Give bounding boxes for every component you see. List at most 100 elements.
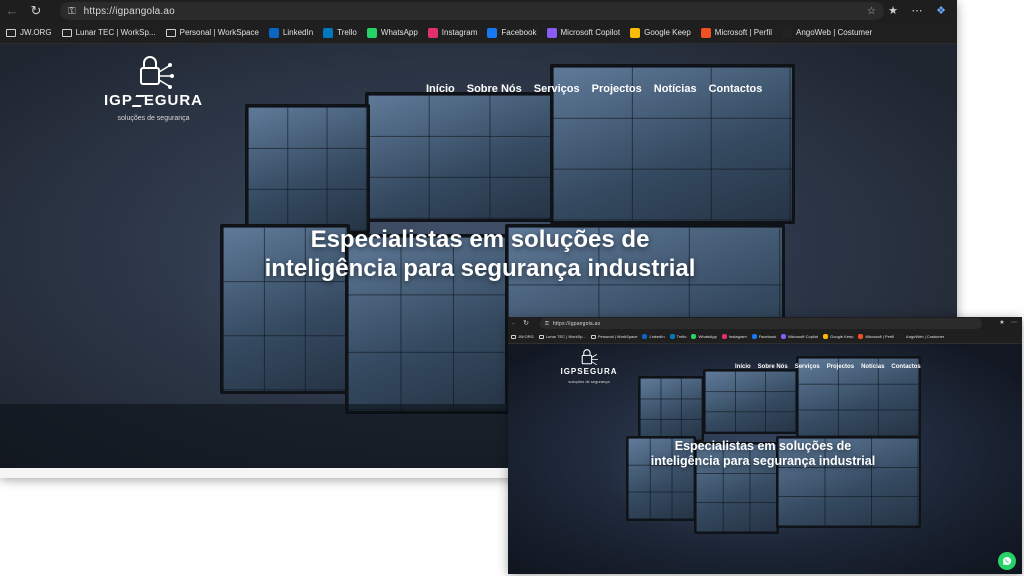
bookmark-item[interactable]: Microsoft Copilot <box>781 334 818 339</box>
bookmark-item[interactable]: LinkedIn <box>268 27 314 38</box>
bookmark-item[interactable]: AngoWeb | Costumer <box>899 334 944 339</box>
nav-item[interactable]: Projectos <box>827 364 854 370</box>
bookmark-item[interactable]: Instagram <box>721 334 747 339</box>
site-info-icon[interactable]: ⚿ <box>68 6 76 17</box>
bookmark-item[interactable]: Google Keep <box>823 334 853 339</box>
bookmark-item[interactable]: Lunar TEC | WorkSp... <box>538 334 586 339</box>
bookmark-label: Instagram <box>728 334 747 339</box>
url-field[interactable]: ⚿ https://igpangola.ao <box>540 318 982 329</box>
linkedin-icon <box>268 27 279 38</box>
bookmark-item[interactable]: Personal | WorkSpace <box>165 28 259 37</box>
nav-item[interactable]: Serviços <box>795 364 820 370</box>
bookmark-label: LinkedIn <box>282 28 314 37</box>
more-menu-icon[interactable]: ⋯ <box>1008 317 1020 330</box>
bookmark-item[interactable]: Microsoft | Perfil <box>858 334 894 339</box>
back-icon[interactable]: ← <box>508 317 520 330</box>
padlock-circuit-icon <box>581 349 598 366</box>
bookmark-item[interactable]: Google Keep <box>630 27 691 38</box>
angoweb-icon <box>899 334 905 339</box>
bookmark-item[interactable]: Personal | WorkSpace <box>590 334 637 339</box>
monitor-screen <box>638 376 704 442</box>
address-bar: ← ↻ ⚿ https://igpangola.ao ☆ ★ ⋯ ❖ <box>0 0 957 22</box>
copilot-icon <box>546 27 557 38</box>
trello-icon <box>669 334 675 339</box>
bookmark-item[interactable]: Trello <box>669 334 686 339</box>
bookmark-label: Microsoft | Perfil <box>714 28 772 37</box>
bookmark-item[interactable]: WhatsApp <box>691 334 717 339</box>
site-logo[interactable]: IGPSEGURA soluções de segurança <box>558 348 620 384</box>
address-bar: ← ↻ ⚿ https://igpangola.ao ★ ⋯ <box>508 317 1022 330</box>
nav-item[interactable]: Sobre Nós <box>467 83 522 95</box>
bookmark-label: Instagram <box>441 28 478 37</box>
main-nav: Início Sobre Nós Serviços Projectos Notícias… <box>735 364 928 370</box>
bookmark-label: Trello <box>337 28 357 37</box>
bookmark-item[interactable]: Facebook <box>751 334 777 339</box>
folder-icon <box>590 334 596 339</box>
bookmarks-bar: JW.ORG Lunar TEC | WorkSp... Personal | Wo… <box>0 22 957 44</box>
site-logo[interactable]: IGP EGURA soluções de segurança <box>96 54 211 122</box>
favorites-icon[interactable]: ★ <box>996 317 1008 330</box>
nav-item[interactable]: Sobre Nós <box>758 364 788 370</box>
site-info-icon[interactable]: ⚿ <box>545 321 549 327</box>
whatsapp-icon <box>691 334 697 339</box>
hero-headline-line1: Especialistas em soluções de <box>674 439 852 453</box>
bookmark-item[interactable]: AngoWeb | Costumer <box>782 27 872 38</box>
copilot-sidebar-icon[interactable]: ❖ <box>929 0 953 22</box>
facebook-icon <box>487 27 498 38</box>
nav-item[interactable]: Contactos <box>891 364 920 370</box>
bookmark-item[interactable]: JW.ORG <box>6 28 52 37</box>
screenshot-stage: ← ↻ ⚿ https://igpangola.ao ☆ ★ ⋯ ❖ JW.OR… <box>0 0 1024 576</box>
instagram-icon <box>721 334 727 339</box>
reload-icon[interactable]: ↻ <box>24 0 48 22</box>
logo-name: IGPSEGURA <box>560 367 618 376</box>
bookmark-label: JW.ORG <box>20 28 52 37</box>
bookmark-label: WhatsApp <box>380 28 418 37</box>
whatsapp-icon <box>1003 556 1012 565</box>
bookmark-item[interactable]: Trello <box>323 27 357 38</box>
bookmark-item[interactable]: LinkedIn <box>642 334 665 339</box>
nav-item[interactable]: Início <box>426 83 455 95</box>
folder-icon <box>6 28 16 37</box>
bookmark-label: Facebook <box>758 334 777 339</box>
padlock-circuit-icon <box>139 56 174 89</box>
whatsapp-chat-button[interactable] <box>998 552 1016 570</box>
nav-item[interactable]: Serviços <box>534 83 580 95</box>
bookmark-label: Lunar TEC | WorkSp... <box>75 28 156 37</box>
nav-item[interactable]: Notícias <box>654 83 697 95</box>
bookmark-label: JW.ORG <box>518 334 534 339</box>
bookmark-item[interactable]: Facebook <box>487 27 537 38</box>
whatsapp-icon <box>366 27 377 38</box>
facebook-icon <box>751 334 757 339</box>
instagram-icon <box>427 27 438 38</box>
hero-headline-line2: inteligência para segurança industrial <box>264 254 696 282</box>
trello-icon <box>323 27 334 38</box>
bookmark-item[interactable]: Microsoft | Perfil <box>700 27 772 38</box>
back-icon[interactable]: ← <box>0 0 24 22</box>
reload-icon[interactable]: ↻ <box>520 317 532 330</box>
logo-tagline: soluções de segurança <box>117 115 190 122</box>
bookmark-item[interactable]: WhatsApp <box>366 27 418 38</box>
bookmark-label: Lunar TEC | WorkSp... <box>545 334 586 339</box>
monitor-screen <box>245 104 370 234</box>
logo-tagline: soluções de segurança <box>568 379 610 384</box>
bookmark-item[interactable]: Instagram <box>427 27 478 38</box>
bookmark-item[interactable]: JW.ORG <box>511 334 534 339</box>
folder-icon <box>511 334 516 339</box>
bookmark-label: Google Keep <box>830 334 854 339</box>
nav-item[interactable]: Início <box>735 364 751 370</box>
hero-headline: Especialistas em soluções de inteligênci… <box>613 439 913 469</box>
monitor-screen <box>365 92 555 222</box>
bookmark-item[interactable]: Lunar TEC | WorkSp... <box>61 28 156 37</box>
more-menu-icon[interactable]: ⋯ <box>905 0 929 22</box>
bookmark-label: Personal | WorkSpace <box>179 28 259 37</box>
favorite-star-icon[interactable]: ☆ <box>867 6 876 17</box>
bookmark-label: Microsoft Copilot <box>788 334 819 339</box>
bookmark-item[interactable]: Microsoft Copilot <box>546 27 620 38</box>
nav-item[interactable]: Notícias <box>861 364 884 370</box>
nav-item[interactable]: Contactos <box>709 83 763 95</box>
url-field[interactable]: ⚿ https://igpangola.ao ☆ <box>60 2 884 20</box>
hero-headline: Especialistas em soluções de inteligênci… <box>200 226 760 284</box>
linkedin-icon <box>642 334 648 339</box>
nav-item[interactable]: Projectos <box>592 83 642 95</box>
favorites-icon[interactable]: ★ <box>881 0 905 22</box>
